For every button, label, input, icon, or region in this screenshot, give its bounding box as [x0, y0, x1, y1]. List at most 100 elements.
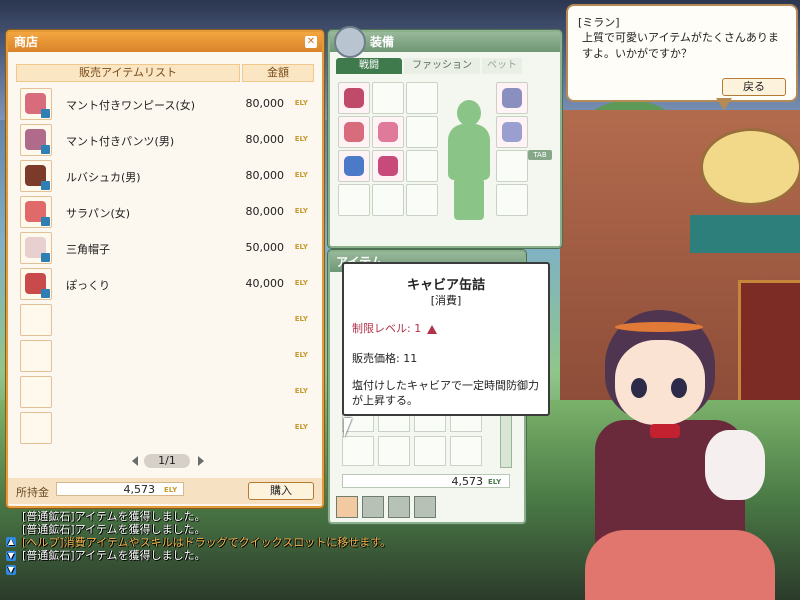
equip-slot-bottom[interactable] — [406, 116, 438, 148]
equip-slot-shield[interactable] — [496, 184, 528, 216]
sword-icon — [502, 122, 522, 142]
npc-message: 上質で可愛いアイテムがたくさんありますよ。いかがですか？ — [582, 31, 779, 60]
item-slot[interactable] — [20, 268, 52, 300]
item-name: サラパン(女) — [66, 207, 131, 220]
equip-slot-wing[interactable] — [372, 184, 404, 216]
pagination: 1/1 — [132, 454, 204, 468]
jacket-icon — [378, 122, 398, 142]
shop-sign — [700, 128, 800, 206]
chat-log: [普通鉱石]アイテムを獲得しました。 [普通鉱石]アイテムを獲得しました。 [ヘ… — [6, 508, 406, 588]
currency-label: ELY — [294, 99, 308, 107]
item-name: マント付きパンツ(男) — [66, 135, 175, 148]
item-name: ぽっくり — [66, 279, 110, 292]
empty-item-slot — [20, 412, 52, 444]
sword-icon — [502, 88, 522, 108]
chat-scroll-down-icon[interactable]: ▼ — [6, 551, 16, 561]
character-silhouette — [448, 100, 490, 220]
shop-window: 商店 ✕ 販売アイテムリスト 金額 マント付きワンピース(女) 80,000 E… — [6, 30, 324, 508]
level-up-arrow-icon — [427, 324, 438, 334]
item-price: 80,000 — [245, 205, 285, 218]
currency-label: ELY — [294, 279, 308, 287]
tradeable-badge-icon — [41, 181, 50, 190]
currency-label: ELY — [488, 478, 502, 486]
inventory-slot[interactable] — [450, 436, 482, 466]
equip-slot-gloves[interactable] — [338, 150, 370, 182]
item-slot[interactable] — [20, 88, 52, 120]
npc-milan-portrait — [585, 300, 795, 600]
shop-item-row[interactable]: サラパン(女) 80,000 ELY — [16, 196, 312, 228]
empty-item-slot — [20, 376, 52, 408]
currency-label: ELY — [294, 423, 308, 431]
equip-slot-ring[interactable] — [406, 184, 438, 216]
equipment-title: 装備 — [330, 26, 560, 58]
currency-label: ELY — [294, 171, 308, 179]
quick-slot-tool-icon[interactable] — [414, 496, 436, 518]
npc-dialog: [ミラン] 上質で可愛いアイテムがたくさんありますよ。いかがですか？ 戻る — [566, 4, 798, 110]
item-slot[interactable] — [20, 196, 52, 228]
equipment-title-text: 装備 — [370, 35, 395, 49]
equip-slot-weapon-sub[interactable] — [496, 116, 528, 148]
equip-slot-weapon-extra[interactable] — [496, 150, 528, 182]
shop-item-row[interactable]: マント付きワンピース(女) 80,000 ELY — [16, 88, 312, 120]
tradeable-badge-icon — [41, 145, 50, 154]
earmuffs-icon — [344, 88, 364, 108]
equip-slot-outer[interactable] — [372, 116, 404, 148]
tab-pet[interactable]: ペット — [482, 58, 522, 74]
close-icon[interactable]: ✕ — [305, 36, 317, 48]
item-slot[interactable] — [20, 160, 52, 192]
next-page-icon[interactable] — [198, 456, 204, 466]
shop-item-row[interactable]: 三角帽子 50,000 ELY — [16, 232, 312, 264]
tradeable-badge-icon — [41, 253, 50, 262]
tradeable-badge-icon — [41, 109, 50, 118]
shop-item-row-empty: ELY — [16, 340, 312, 372]
shop-item-row[interactable]: マント付きパンツ(男) 80,000 ELY — [16, 124, 312, 156]
buy-button[interactable]: 購入 — [248, 482, 314, 500]
tab-switch-button[interactable]: TAB — [528, 150, 552, 160]
equip-slot-shoes[interactable] — [372, 150, 404, 182]
inventory-slot[interactable] — [342, 436, 374, 466]
currency-label: ELY — [294, 243, 308, 251]
empty-item-slot — [20, 340, 52, 372]
currency-label: ELY — [164, 486, 178, 494]
tab-combat[interactable]: 戦闘 — [336, 58, 402, 74]
item-slot[interactable] — [20, 232, 52, 264]
inventory-money: 4,573 — [342, 474, 510, 488]
back-button[interactable]: 戻る — [722, 78, 786, 96]
inventory-slot[interactable] — [378, 436, 410, 466]
item-price: 50,000 — [245, 241, 285, 254]
equip-slot-ears[interactable] — [406, 82, 438, 114]
equip-slot-weapon-main[interactable] — [496, 82, 528, 114]
equip-slot-accessory[interactable] — [338, 184, 370, 216]
column-header-items: 販売アイテムリスト — [16, 64, 240, 82]
tradeable-badge-icon — [41, 217, 50, 226]
prev-page-icon[interactable] — [132, 456, 138, 466]
equip-slot-glasses[interactable] — [372, 82, 404, 114]
money-label: 所持金 — [16, 486, 49, 499]
shop-item-row[interactable]: ルバシュカ(男) 80,000 ELY — [16, 160, 312, 192]
shop-item-row-empty: ELY — [16, 376, 312, 408]
equip-slot-headwear[interactable] — [338, 82, 370, 114]
chat-scroll-up-icon[interactable]: ▲ — [6, 537, 16, 547]
gloves-icon — [344, 156, 364, 176]
tab-fashion[interactable]: ファッション — [404, 58, 480, 74]
inventory-slot[interactable] — [414, 436, 446, 466]
tradeable-badge-icon — [41, 289, 50, 298]
chat-scroll-bottom-icon[interactable]: ▼ — [6, 565, 16, 575]
item-slot[interactable] — [20, 124, 52, 156]
item-name: マント付きワンピース(女) — [66, 99, 196, 112]
shop-item-row[interactable]: ぽっくり 40,000 ELY — [16, 268, 312, 300]
currency-label: ELY — [294, 351, 308, 359]
equip-slot-socks[interactable] — [406, 150, 438, 182]
tooltip-level-row: 制限レベル: 1 — [352, 320, 438, 336]
item-tooltip: キャビア缶詰 [消費] 制限レベル: 1 販売価格: 11 塩付けしたキャビアで… — [342, 262, 550, 416]
empty-item-slot — [20, 304, 52, 336]
item-name: 三角帽子 — [66, 243, 110, 256]
item-price: 80,000 — [245, 97, 285, 110]
equip-slot-top[interactable] — [338, 116, 370, 148]
dress-icon — [344, 122, 364, 142]
dialog-tail — [716, 98, 732, 110]
shop-title: 商店 ✕ — [8, 32, 322, 52]
shop-table-header: 販売アイテムリスト 金額 — [16, 64, 314, 82]
tooltip-description: 塩付けしたキャビアで一定時間防御力が上昇する。 — [352, 379, 539, 407]
shop-title-text: 商店 — [14, 35, 39, 49]
